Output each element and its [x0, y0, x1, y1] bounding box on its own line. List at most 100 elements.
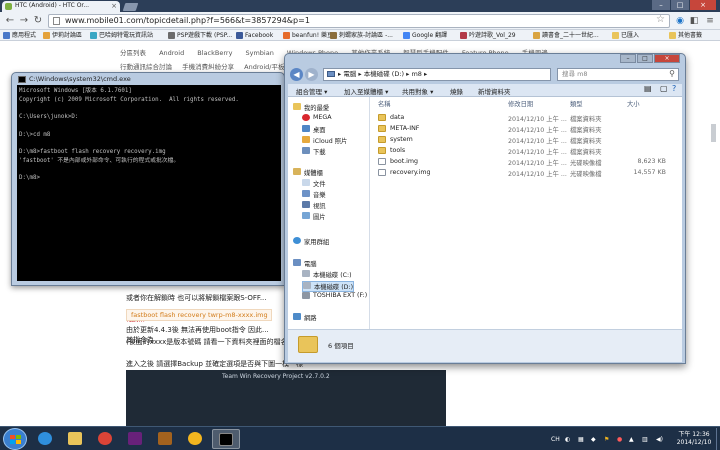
bookmark-reading-club[interactable]: 讀書會_二十一世紀... [533, 31, 599, 40]
chrome-taskbar-icon[interactable] [92, 429, 120, 449]
extension-icon[interactable]: ◉ [674, 15, 686, 27]
nav-downloads[interactable]: 下載 [302, 147, 326, 156]
file-row[interactable]: META-INF 2014/12/10 上午 ... 檔案資料夾 [370, 124, 682, 135]
cmd-window[interactable]: C:\Windows\system32\cmd.exe Microsoft Wi… [11, 72, 285, 286]
reload-icon[interactable]: ↻ [32, 15, 44, 27]
bookmark-imported[interactable]: 已匯入 [612, 31, 639, 40]
explorer-back-icon[interactable]: ◀ [290, 68, 303, 81]
help-icon[interactable]: ? [672, 84, 676, 93]
column-date[interactable]: 修改日期 [508, 99, 533, 108]
nav-videos[interactable]: 視訊 [302, 201, 326, 210]
network-icon[interactable]: ▥ [642, 436, 648, 443]
add-to-library-menu[interactable]: 加入至媒體櫃 ▾ [344, 86, 388, 96]
start-button[interactable] [3, 428, 27, 450]
back-arrow-icon[interactable]: ← [4, 15, 16, 27]
bookmark-facebook[interactable]: Facebook [236, 31, 273, 40]
file-row[interactable]: boot.img 2014/12/10 上午 ... 光碟映像檔 8,623 K… [370, 157, 682, 168]
nav-documents[interactable]: 文件 [302, 179, 326, 188]
bookmark-other[interactable]: 其他書籤 [669, 31, 702, 40]
forum-nav-item[interactable]: Android [159, 49, 184, 57]
forum-nav-item[interactable]: 分區列表 [120, 49, 146, 57]
column-name[interactable]: 名稱 [378, 99, 391, 108]
explorer-maximize-button[interactable]: □ [637, 54, 653, 63]
bookmark-hedgehog[interactable]: 刺蝟家族-討論區 -... [330, 31, 393, 40]
tray-icon[interactable]: ● [617, 436, 622, 443]
nav-music[interactable]: 音樂 [302, 190, 326, 199]
bookmark-google-translate[interactable]: Google 翻譯 [403, 31, 447, 40]
explorer-minimize-button[interactable]: – [620, 54, 636, 63]
bookmark-psp[interactable]: PSP遊戲下載 (PSP... [168, 31, 232, 40]
forum-subnav-item[interactable]: 手機消費糾紛分享 [182, 63, 234, 71]
nav-icloud-photos[interactable]: iCloud 照片 [302, 136, 347, 145]
preview-pane-icon[interactable]: ▢ [660, 84, 668, 93]
burn-button[interactable]: 燒錄 [450, 86, 463, 96]
close-window-button[interactable]: × [690, 0, 716, 10]
new-folder-button[interactable]: 新增資料夾 [478, 86, 511, 96]
nav-pictures[interactable]: 圖片 [302, 212, 326, 221]
explorer-address-bar[interactable]: ▸ 電腦 ▸ 本機磁碟 (D:) ▸ m8 ▸ [323, 68, 551, 81]
view-options-icon[interactable]: ▤ [644, 84, 652, 93]
app-taskbar-icon[interactable] [152, 429, 180, 449]
explorer-taskbar-icon[interactable] [62, 429, 90, 449]
nav-drive-c[interactable]: 本機磁碟 (C:) [302, 270, 352, 279]
file-row[interactable]: data 2014/12/10 上午 ... 檔案資料夾 [370, 113, 682, 124]
bookmark-poetry[interactable]: 吟遊詩歌_Vol_29 [460, 31, 516, 40]
forum-nav-item[interactable]: BlackBerry [197, 49, 232, 57]
nav-favorites[interactable]: 我的最愛 [293, 103, 329, 112]
console-line: C:\Users\junok>D: [19, 114, 79, 121]
page-scrollbar-thumb[interactable] [711, 124, 716, 142]
bookmark-eyny[interactable]: 伊莉討論區 [43, 31, 82, 40]
share-with-menu[interactable]: 共用對象 ▾ [402, 86, 433, 96]
nav-desktop[interactable]: 桌面 [302, 125, 326, 134]
system-clock[interactable]: 下午 12:36 2014/12/10 [674, 431, 714, 447]
menu-icon[interactable]: ≡ [704, 15, 716, 27]
bookmark-star-icon[interactable]: ☆ [656, 14, 665, 26]
forum-subnav-item[interactable]: 行動通訊綜合討論 [120, 63, 172, 71]
volume-icon[interactable]: ◀) [656, 436, 663, 443]
show-hidden-icons[interactable]: ▲ [629, 436, 634, 443]
bookmark-apps[interactable]: 應用程式 [3, 31, 36, 40]
nav-computer[interactable]: 電腦 [293, 259, 317, 268]
column-size[interactable]: 大小 [627, 99, 640, 108]
nav-homegroup[interactable]: 家用群組 [293, 237, 329, 246]
bookmark-beanfun[interactable]: beanfun! 樂豆 [283, 31, 333, 40]
column-type[interactable]: 類型 [570, 99, 583, 108]
translate-icon[interactable]: ◧ [688, 15, 700, 27]
address-bar[interactable]: www.mobile01.com/topicdetail.php?f=566&t… [48, 14, 670, 28]
nav-mega[interactable]: MEGA [302, 114, 332, 121]
game-taskbar-icon[interactable] [182, 429, 210, 449]
new-tab-button[interactable] [122, 3, 139, 11]
cmd-console[interactable]: Microsoft Windows [版本 6.1.7601] Copyright… [17, 85, 281, 281]
bookmark-gamer[interactable]: 巴哈姆特電玩資訊站 [90, 31, 153, 40]
explorer-search-input[interactable]: 搜尋 m8 ⚲ [557, 68, 679, 81]
forward-arrow-icon[interactable]: → [18, 15, 30, 27]
tray-icon[interactable]: ◆ [591, 436, 596, 443]
explorer-forward-icon[interactable]: ▶ [305, 68, 318, 81]
browser-tab[interactable]: HTC (Android) - HTC Or... × [2, 1, 120, 12]
maximize-button[interactable]: □ [671, 0, 689, 10]
console-line: D:\m8> [19, 175, 40, 182]
tab-close-icon[interactable]: × [111, 2, 117, 10]
minimize-button[interactable]: – [652, 0, 670, 10]
file-row[interactable]: system 2014/12/10 上午 ... 檔案資料夾 [370, 135, 682, 146]
explorer-window[interactable]: – □ × ◀ ▶ ▸ 電腦 ▸ 本機磁碟 (D:) ▸ m8 ▸ 搜尋 m8 … [284, 53, 686, 364]
cmd-taskbar-icon[interactable] [212, 429, 240, 449]
vs-taskbar-icon[interactable] [122, 429, 150, 449]
show-desktop-button[interactable] [716, 428, 720, 450]
nav-drive-d[interactable]: 本機磁碟 (D:) [302, 281, 355, 292]
forum-nav-item[interactable]: Symbian [246, 49, 274, 57]
nav-network[interactable]: 網路 [293, 313, 317, 322]
cmd-titlebar[interactable]: C:\Windows\system32\cmd.exe [18, 75, 131, 83]
language-indicator[interactable]: CH [551, 436, 560, 443]
tray-icon[interactable]: ▦ [578, 436, 584, 443]
tray-icon[interactable]: ⚑ [604, 436, 609, 443]
nav-libraries[interactable]: 媒體櫃 [293, 168, 323, 177]
explorer-close-button[interactable]: × [654, 54, 680, 63]
file-row[interactable]: tools 2014/12/10 上午 ... 檔案資料夾 [370, 146, 682, 157]
nav-drive-f[interactable]: TOSHIBA EXT (F:) [302, 292, 367, 299]
organize-menu[interactable]: 組合管理 ▾ [296, 86, 327, 96]
ie-taskbar-icon[interactable] [32, 429, 60, 449]
file-row[interactable]: recovery.img 2014/12/10 上午 ... 光碟映像檔 14,… [370, 168, 682, 179]
post-text-boot: 或者你在解鎖時 也可以將解鎖檔案跟S-OFF... [126, 294, 267, 302]
ime-icon[interactable]: ◐ [565, 436, 570, 443]
